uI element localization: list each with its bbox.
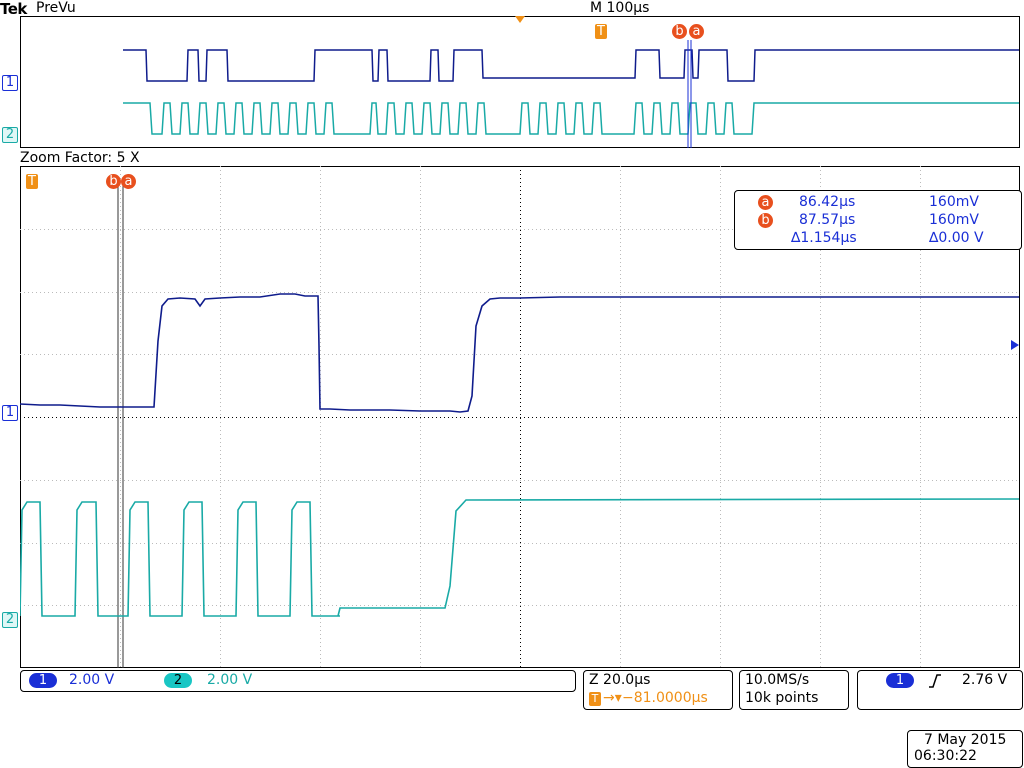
overview-ch2-marker[interactable]: 2 — [2, 127, 18, 143]
trigger-source-badge[interactable]: 1 — [886, 673, 914, 688]
zoom-trigger-marker: T — [26, 174, 38, 189]
ch2-scale-badge[interactable]: 2 — [164, 673, 192, 688]
trigger-arrow-icon: →▾ — [603, 690, 622, 706]
readout-a-time: 86.42µs — [799, 194, 856, 210]
date: 7 May 2015 — [924, 732, 1007, 748]
trigger-position-value: −81.0000µs — [622, 690, 708, 706]
trigger-level: 2.76 V — [962, 672, 1008, 688]
ch1-scale-value: 2.00 V — [69, 672, 115, 688]
readout-b-marker: b — [758, 213, 773, 228]
rising-edge-icon — [929, 674, 941, 688]
readout-b-time: 87.57µs — [799, 212, 856, 228]
acquisition-panel[interactable]: 10.0MS/s 10k points — [739, 670, 849, 710]
zoom-timebase-panel[interactable]: Z 20.0µs T →▾ −81.0000µs — [583, 670, 733, 710]
zoom-cursor-b-marker[interactable]: b — [106, 174, 121, 189]
zoom-ch1-marker[interactable]: 1 — [2, 405, 18, 421]
zoom-ch2-marker[interactable]: 2 — [2, 612, 18, 628]
readout-a-volts: 160mV — [929, 194, 979, 210]
channel-scale-panel[interactable]: 1 2.00 V 2 2.00 V — [20, 670, 576, 692]
readout-b-volts: 160mV — [929, 212, 979, 228]
overview-cursor-b-marker[interactable]: b — [672, 24, 687, 39]
time: 06:30:22 — [914, 748, 977, 764]
overview-ch1-marker[interactable]: 1 — [2, 75, 18, 91]
record-length: 10k points — [745, 690, 819, 706]
overview-cursor-a-marker[interactable]: a — [689, 24, 704, 39]
zoom-cursor-a-marker[interactable]: a — [121, 174, 136, 189]
zoom-window[interactable]: T b a a 86.42µs 160mV b 87.57µs 160mV ∆1… — [20, 166, 1022, 668]
main-timebase: M 100µs — [590, 0, 650, 16]
zoom-time-per-div: Z 20.0µs — [589, 672, 651, 688]
sample-rate: 10.0MS/s — [745, 672, 810, 688]
ch2-scale-value: 2.00 V — [207, 672, 253, 688]
date-time-panel: 7 May 2015 06:30:22 — [907, 730, 1023, 768]
overview-trigger-marker: T — [595, 24, 607, 39]
readout-a-marker: a — [758, 195, 773, 210]
cursor-readout-panel: a 86.42µs 160mV b 87.57µs 160mV ∆1.154µs… — [734, 190, 1022, 250]
zoom-factor-label: Zoom Factor: 5 X — [20, 150, 140, 166]
readout-delta-time: ∆1.154µs — [791, 230, 857, 246]
ch1-scale-badge[interactable]: 1 — [29, 673, 57, 688]
acquisition-mode: PreVu — [36, 0, 76, 16]
trigger-position-icon: T — [589, 692, 601, 706]
trigger-panel[interactable]: 1 2.76 V — [857, 670, 1023, 710]
readout-delta-volts: ∆0.00 V — [929, 230, 984, 246]
overview-window[interactable]: T b a — [20, 16, 1020, 148]
